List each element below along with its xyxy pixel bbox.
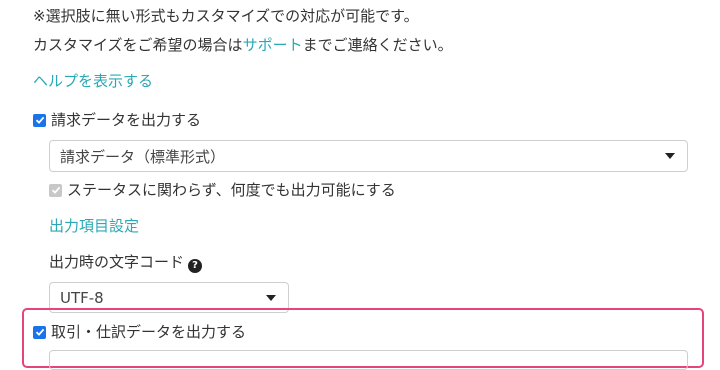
support-link[interactable]: サポート: [243, 36, 303, 54]
journal-output-label: 取引・仕訳データを出力する: [51, 323, 247, 341]
billing-format-value: 請求データ（標準形式）: [60, 147, 226, 166]
billing-output-checkbox[interactable]: [33, 113, 46, 127]
chevron-down-icon: [266, 294, 276, 301]
journal-output-option[interactable]: 取引・仕訳データを出力する: [33, 322, 246, 342]
status-repeat-output-label: ステータスに関わらず、何度でも出力可能にする: [67, 181, 396, 199]
chevron-down-icon: [665, 153, 675, 159]
billing-output-label: 請求データを出力する: [51, 111, 202, 129]
billing-output-option[interactable]: 請求データを出力する: [33, 110, 201, 130]
question-circle-icon[interactable]: ?: [188, 259, 203, 273]
customization-note: ※選択肢に無い形式もカスタマイズでの対応が可能です。: [33, 7, 419, 25]
journal-output-checkbox[interactable]: [33, 325, 46, 339]
journal-format-select[interactable]: [49, 350, 688, 370]
status-repeat-output-option: ステータスに関わらず、何度でも出力可能にする: [49, 180, 396, 200]
status-repeat-output-checkbox: [49, 183, 62, 197]
support-note-prefix: カスタマイズをご希望の場合は: [33, 36, 243, 54]
encoding-label-row: 出力時の文字コード?: [49, 252, 203, 273]
support-contact-note: カスタマイズをご希望の場合はサポートまでご連絡ください。: [33, 35, 453, 55]
encoding-label: 出力時の文字コード: [49, 253, 185, 271]
check-icon: [51, 186, 60, 194]
billing-format-select[interactable]: 請求データ（標準形式）: [49, 140, 688, 172]
check-icon: [35, 116, 44, 124]
encoding-value: UTF-8: [60, 288, 104, 307]
check-icon: [35, 328, 44, 336]
show-help-link[interactable]: ヘルプを表示する: [33, 71, 153, 91]
support-note-suffix: までご連絡ください。: [302, 36, 453, 54]
output-item-settings-link[interactable]: 出力項目設定: [49, 216, 139, 236]
